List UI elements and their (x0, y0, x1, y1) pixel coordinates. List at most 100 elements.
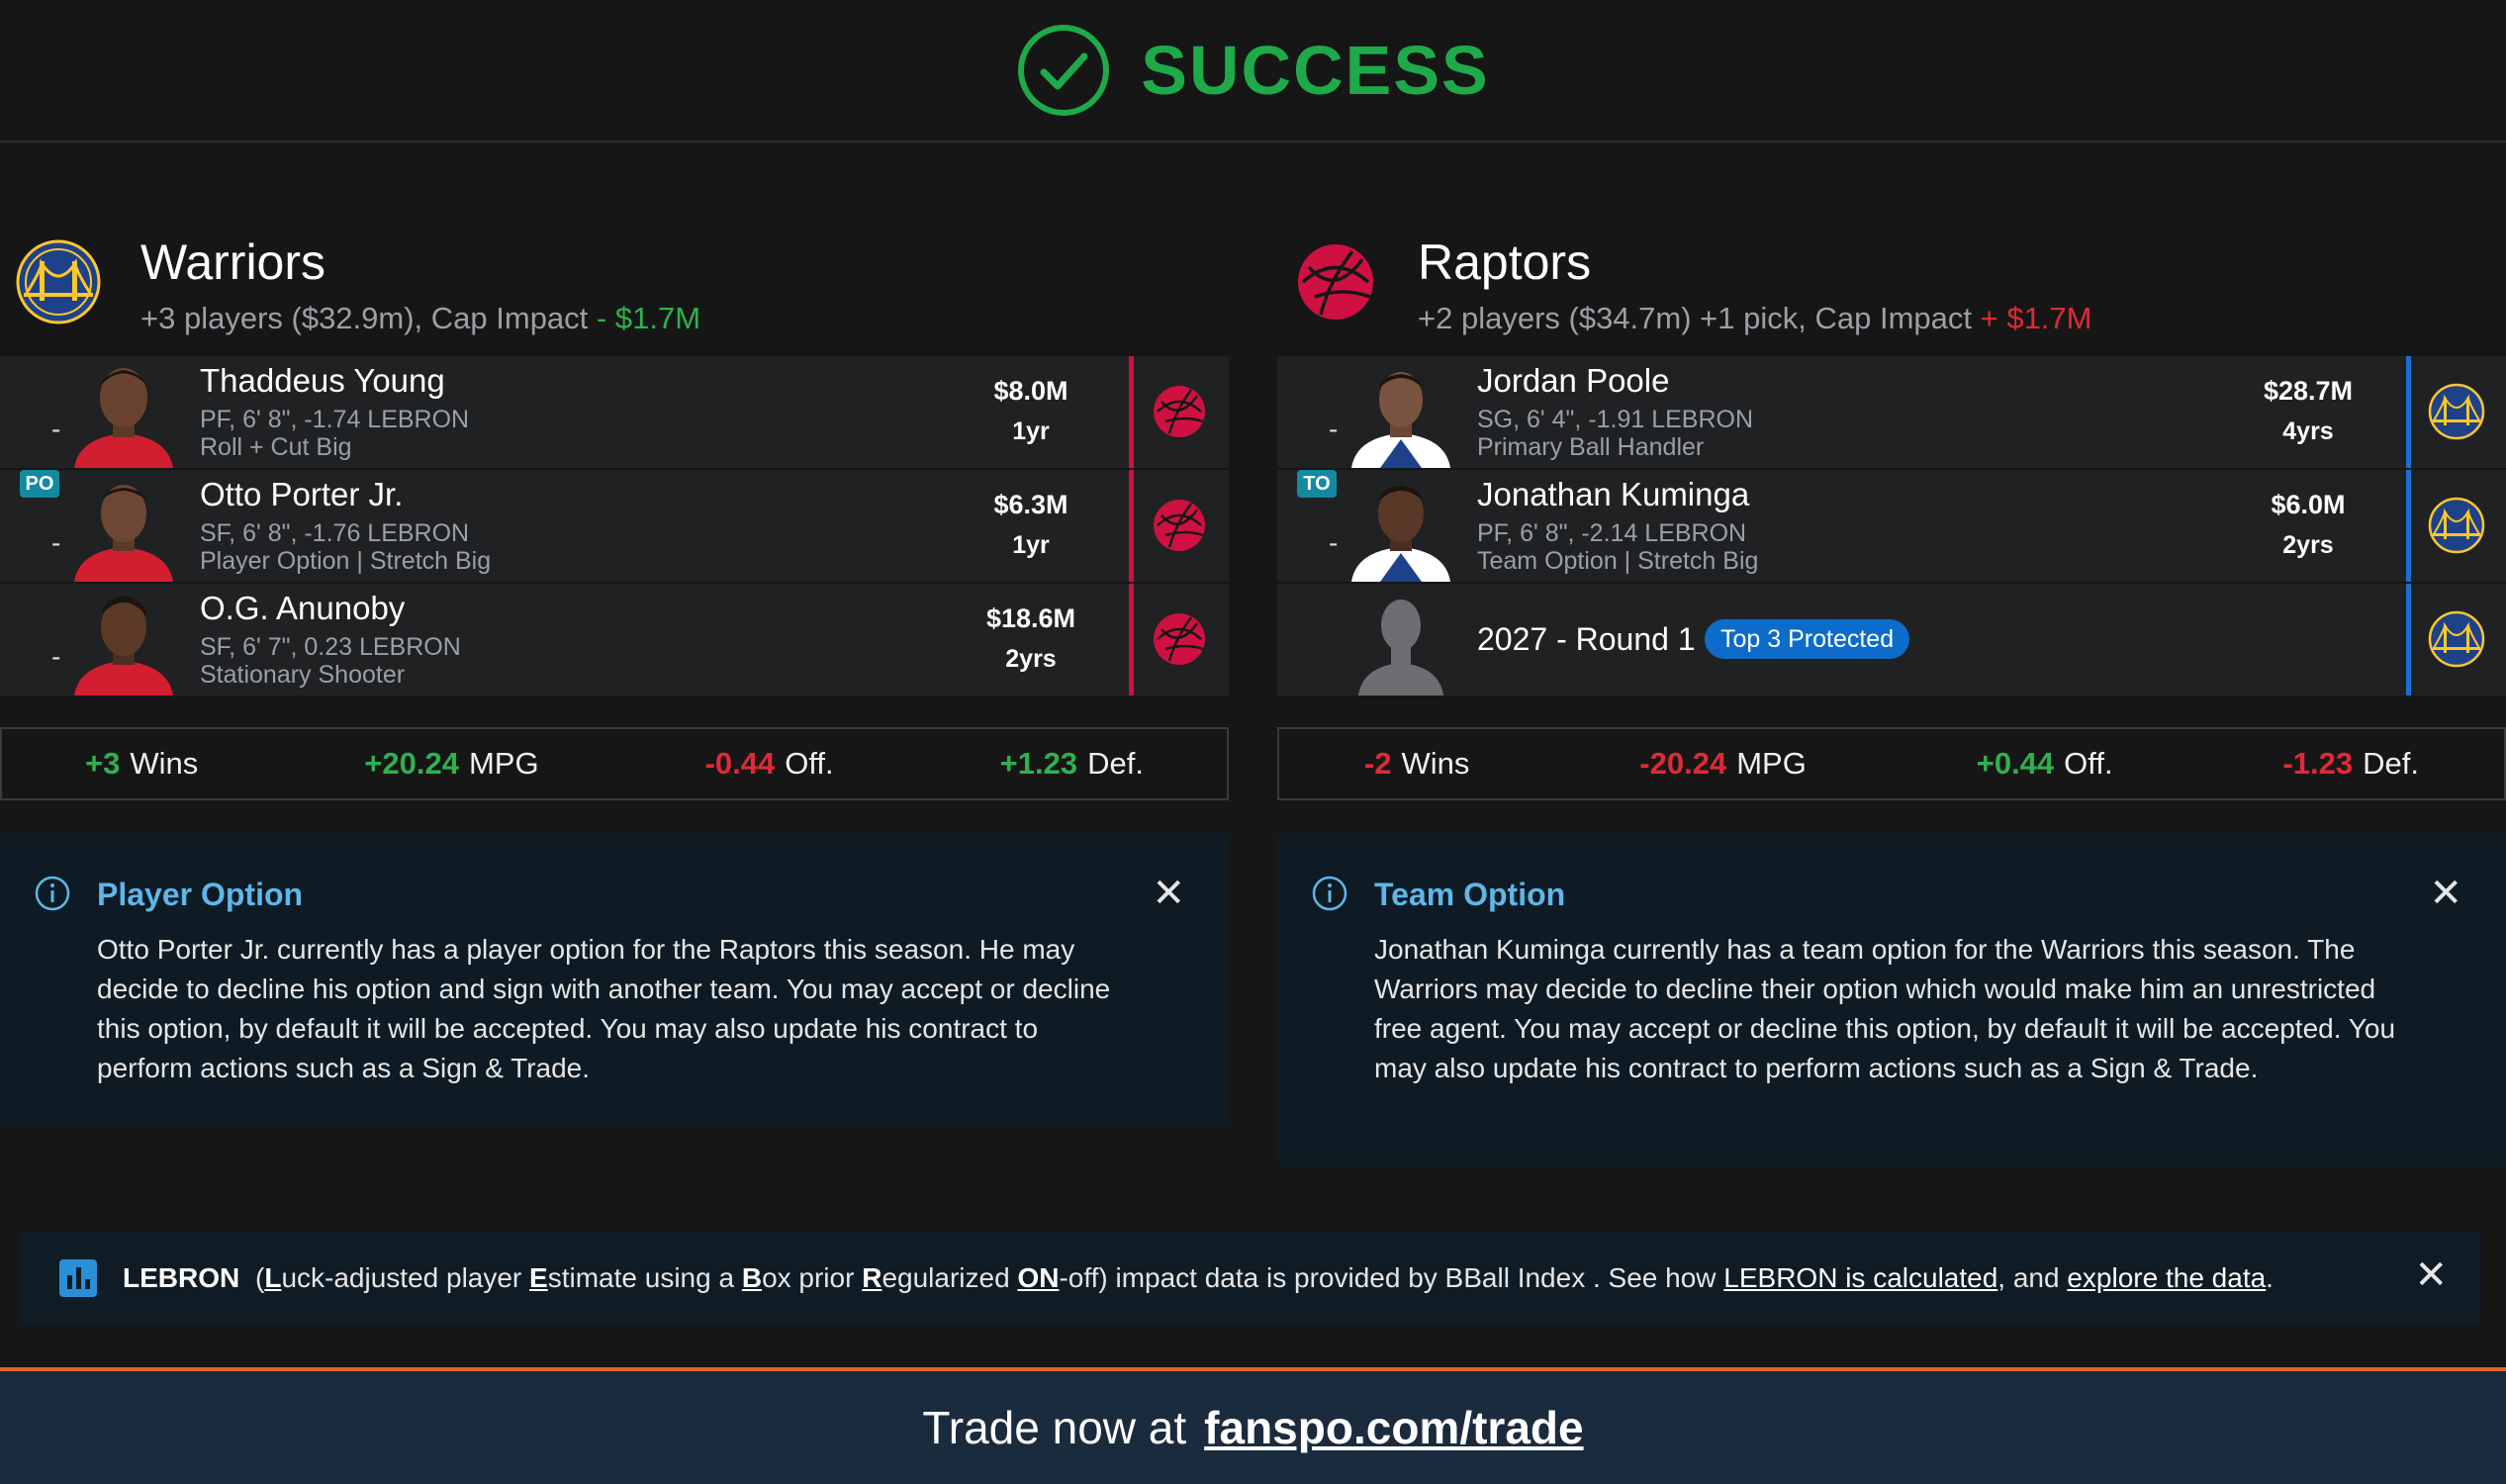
check-circle-icon (1018, 25, 1110, 116)
team-panel-raptors: Raptors +2 players ($34.7m) +1 pick, Cap… (1277, 228, 2506, 1165)
raptors-logo-icon (1154, 613, 1205, 665)
destination-bar (2406, 584, 2411, 696)
player-row[interactable]: PO - Otto Porter Jr. SF, 6' 8", -1.76 LE… (0, 470, 1229, 584)
player-name[interactable]: Otto Porter Jr. (200, 476, 403, 513)
player-row[interactable]: - Jordan Poole SG, 6' 4", -1.91 LEBRON P… (1277, 356, 2506, 470)
player-years: 1yr (1012, 417, 1050, 445)
stat-label: Wins (130, 746, 199, 781)
destination-bar (2406, 356, 2411, 468)
lebron-calculated-link[interactable]: LEBRON is calculated (1723, 1262, 1997, 1293)
stat-label: Off. (2064, 746, 2113, 781)
trade-link[interactable]: fanspo.com/trade (1204, 1401, 1583, 1454)
warriors-logo-icon (2428, 497, 2485, 554)
cap-impact: - $1.7M (596, 301, 701, 335)
stat-off: +0.44 Off. (1977, 746, 2113, 782)
stat-value: +20.24 (364, 746, 459, 781)
lebron-title: LEBRON (123, 1262, 240, 1293)
raptors-logo-icon (1154, 386, 1205, 437)
text-fragment: uck-adjusted player (281, 1262, 530, 1293)
info-body: Otto Porter Jr. currently has a player o… (97, 934, 1111, 1083)
stat-value: -20.24 (1639, 746, 1727, 781)
player-name[interactable]: Jonathan Kuminga (1477, 476, 1749, 513)
player-salary: $6.0M (2271, 490, 2346, 519)
team-option-badge: TO (1297, 470, 1337, 498)
person-silhouette-icon (1337, 584, 1465, 696)
team-header: Warriors +3 players ($32.9m), Cap Impact… (0, 228, 1229, 356)
player-role: Stationary Shooter (200, 661, 406, 689)
team-name: Raptors (1418, 234, 1592, 290)
incoming-list: - Thaddeus Young PF, 6' 8", -1.74 LEBRON… (0, 356, 1229, 697)
bar-chart-icon (59, 1259, 97, 1297)
info-icon (35, 876, 70, 911)
success-header: SUCCESS (0, 0, 2506, 142)
info-title: Team Option (1374, 877, 1566, 912)
text-fragment: , and (1997, 1262, 2068, 1293)
pick-name: 2027 - Round 1 (1477, 621, 1696, 657)
close-icon[interactable]: ✕ (1152, 871, 1185, 916)
warriors-logo-icon (2428, 383, 2485, 440)
draft-pick-row[interactable]: 2027 - Round 1 Top 3 Protected (1277, 584, 2506, 697)
success-title: SUCCESS (1141, 32, 1490, 109)
player-meta: SF, 6' 8", -1.76 LEBRON (200, 519, 470, 547)
stat-value: -0.44 (704, 746, 776, 781)
stat-def: +1.23 Def. (1000, 746, 1144, 782)
stat-label: Off. (785, 746, 834, 781)
stat-label: MPG (1736, 746, 1807, 781)
player-role: Team Option | Stretch Big (1477, 547, 1759, 575)
stat-wins: +3 Wins (85, 746, 198, 782)
player-name[interactable]: O.G. Anunoby (200, 590, 405, 627)
player-salary: $8.0M (993, 376, 1068, 406)
info-title: Player Option (97, 877, 304, 912)
dash-marker: - (1329, 414, 1339, 444)
incoming-list: - Jordan Poole SG, 6' 4", -1.91 LEBRON P… (1277, 356, 2506, 697)
acronym-letter: E (529, 1262, 548, 1293)
player-name[interactable]: Thaddeus Young (200, 362, 445, 400)
player-role: Primary Ball Handler (1477, 433, 1705, 461)
stat-off: -0.44 Off. (705, 746, 834, 782)
team-header: Raptors +2 players ($34.7m) +1 pick, Cap… (1277, 228, 2506, 356)
dash-marker: - (1329, 527, 1339, 558)
player-row[interactable]: - O.G. Anunoby SF, 6' 7", 0.23 LEBRON St… (0, 584, 1229, 697)
text-fragment: ( (255, 1262, 265, 1293)
info-icon (1312, 876, 1347, 911)
player-row[interactable]: - Thaddeus Young PF, 6' 8", -1.74 LEBRON… (0, 356, 1229, 470)
player-years: 4yrs (2282, 417, 2334, 445)
footer-prefix: Trade now at (922, 1402, 1187, 1453)
player-role: Player Option | Stretch Big (200, 547, 492, 575)
destination-bar (1129, 356, 1134, 468)
player-option-badge: PO (20, 470, 59, 498)
stat-label: Def. (2363, 746, 2419, 781)
player-headshot (59, 356, 188, 468)
explore-data-link[interactable]: explore the data (2067, 1262, 2266, 1293)
team-panel-warriors: Warriors +3 players ($32.9m), Cap Impact… (0, 228, 1229, 1126)
acronym-letter: L (264, 1262, 282, 1293)
footer-cta: Trade now at fanspo.com/trade (0, 1367, 2506, 1484)
team-summary: +3 players ($32.9m), Cap Impact - $1.7M (140, 301, 700, 336)
player-meta: PF, 6' 8", -1.74 LEBRON (200, 406, 470, 433)
text-fragment: egularized (882, 1262, 1018, 1293)
player-salary: $6.3M (993, 490, 1068, 519)
close-icon[interactable]: ✕ (2414, 1252, 2448, 1298)
summary-text: +3 players ($32.9m), Cap Impact (140, 301, 589, 335)
stat-mpg: +20.24 MPG (364, 746, 538, 782)
player-name[interactable]: Jordan Poole (1477, 362, 1669, 400)
close-icon[interactable]: ✕ (2429, 871, 2462, 916)
stat-def: -1.23 Def. (2282, 746, 2419, 782)
stat-wins: -2 Wins (1364, 746, 1469, 782)
destination-bar (1129, 584, 1134, 696)
dash-marker: - (51, 414, 61, 444)
acronym-letter: B (741, 1262, 763, 1293)
dash-marker: - (51, 527, 61, 558)
cap-impact: + $1.7M (1980, 301, 2092, 335)
impact-stats: -2 Wins -20.24 MPG +0.44 Off. -1.23 Def. (1277, 727, 2506, 800)
destination-bar (2406, 470, 2411, 582)
protection-badge: Top 3 Protected (1705, 619, 1910, 659)
player-meta: SF, 6' 7", 0.23 LEBRON (200, 633, 461, 661)
player-row[interactable]: TO - Jonathan Kuminga PF, 6' 8", -2.14 L… (1277, 470, 2506, 584)
player-salary: $18.6M (985, 603, 1076, 633)
stat-label: Wins (1401, 746, 1470, 781)
player-headshot (1337, 470, 1465, 582)
player-salary: $28.7M (2263, 376, 2354, 406)
acronym-letter: R (862, 1262, 882, 1293)
stat-value: -1.23 (2282, 746, 2354, 781)
